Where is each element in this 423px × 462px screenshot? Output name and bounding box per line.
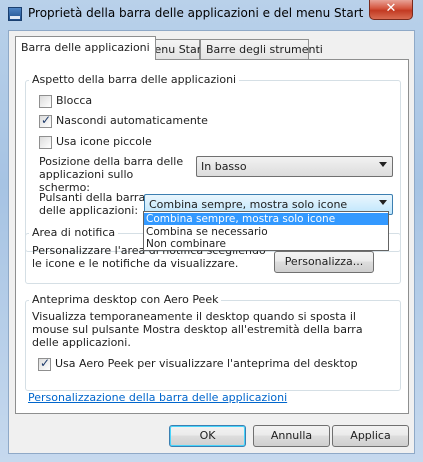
taskbar-properties-icon: [8, 7, 22, 21]
lock-checkbox[interactable]: [39, 95, 52, 108]
buttons-label: Pulsanti della barra delle applicazioni:: [39, 191, 146, 217]
apply-button[interactable]: Applica: [332, 425, 409, 447]
aero-peek-checkbox[interactable]: ✓: [38, 356, 51, 371]
customize-taskbar-link[interactable]: Personalizzazione della barra delle appl…: [28, 391, 287, 404]
dropdown-option[interactable]: Combina se necessario: [144, 226, 388, 238]
buttons-dropdown-list: Combina sempre, mostra solo icone Combin…: [143, 211, 389, 251]
tab-label: Barre degli strumenti: [206, 43, 323, 56]
check-icon: ✓: [40, 356, 51, 370]
aero-peek-legend: Anteprima desktop con Aero Peek: [29, 293, 222, 306]
ok-button[interactable]: OK: [169, 425, 246, 447]
title-bar[interactable]: Proprietà della barra delle applicazioni…: [0, 0, 423, 28]
tab-label: Barra delle applicazioni: [21, 41, 150, 54]
cancel-label: Annulla: [270, 429, 313, 442]
tab-taskbar[interactable]: Barra delle applicazioni: [15, 36, 156, 60]
chevron-down-icon: [379, 200, 387, 205]
appearance-legend: Aspetto della barra delle applicazioni: [29, 73, 240, 86]
position-combobox[interactable]: In basso: [196, 156, 393, 177]
aero-peek-description: Visualizza temporaneamente il desktop qu…: [32, 310, 363, 349]
close-button[interactable]: ✕: [369, 0, 413, 20]
buttons-value: Combina sempre, mostra solo icone: [149, 198, 348, 211]
autohide-checkbox[interactable]: ✓: [39, 113, 52, 128]
ok-label: OK: [199, 429, 216, 442]
position-label: Posizione della barra delle applicazioni…: [39, 155, 184, 194]
cancel-button[interactable]: Annulla: [253, 425, 330, 447]
position-value: In basso: [201, 160, 247, 173]
autohide-label: Nascondi automaticamente: [56, 114, 208, 127]
tab-toolbars[interactable]: Barre degli strumenti: [200, 39, 323, 59]
chevron-down-icon: [379, 162, 387, 167]
dropdown-option[interactable]: Combina sempre, mostra solo icone: [144, 213, 388, 225]
aero-peek-label: Usa Aero Peek per visualizzare l'antepri…: [55, 357, 358, 370]
lock-label: Blocca: [56, 94, 93, 107]
small-icons-checkbox[interactable]: [39, 136, 52, 149]
customize-notification-button[interactable]: Personalizza...: [274, 251, 374, 273]
close-icon: ✕: [385, 1, 397, 16]
dropdown-option[interactable]: Non combinare: [144, 238, 388, 250]
check-icon: ✓: [41, 113, 52, 127]
apply-label: Applica: [350, 429, 391, 442]
notification-legend: Area di notifica: [29, 226, 119, 239]
customize-label: Personalizza...: [284, 255, 364, 268]
window-title: Proprietà della barra delle applicazioni…: [28, 6, 364, 20]
small-icons-label: Usa icone piccole: [56, 135, 152, 148]
